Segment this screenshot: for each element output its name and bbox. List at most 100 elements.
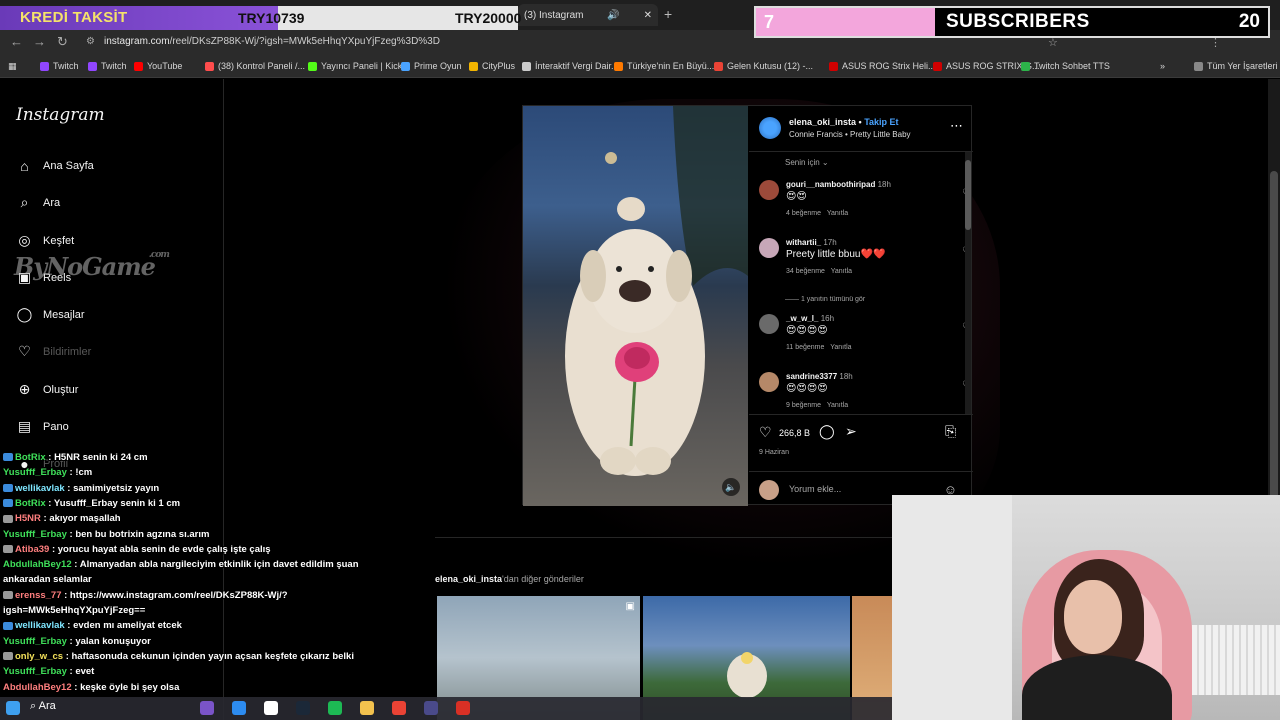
reply-button[interactable]: Yanıtla bbox=[831, 268, 852, 275]
sort-dropdown[interactable]: Senin için ⌄ bbox=[785, 158, 829, 167]
site-info-icon[interactable]: ⚙ bbox=[86, 36, 95, 47]
reply-button[interactable]: Yanıtla bbox=[827, 402, 848, 409]
tab-close-icon[interactable]: ✕ bbox=[644, 10, 652, 21]
more-posts-user[interactable]: elena_oki_insta bbox=[435, 574, 502, 584]
like-count: 266,8 B bbox=[779, 428, 811, 438]
bookmark-favicon-icon bbox=[40, 61, 49, 71]
sidebar-item-label: Bildirimler bbox=[43, 345, 92, 358]
taskbar-app-2-icon[interactable] bbox=[232, 701, 246, 715]
chat-username[interactable]: Yusufff_Erbay bbox=[3, 636, 67, 647]
tab-instagram[interactable]: (3) Instagram 🔊 ✕ bbox=[518, 4, 658, 26]
taskbar-search[interactable]: ⌕ Ara bbox=[30, 700, 56, 713]
bookmark-item[interactable]: (38) Kontrol Paneli /... bbox=[205, 61, 305, 71]
commenter-username[interactable]: _w_w_l_ bbox=[786, 314, 818, 323]
bookmark-item[interactable]: Prime Oyun bbox=[401, 61, 462, 71]
instagram-logo[interactable]: Instagram bbox=[16, 105, 105, 125]
chat-username[interactable]: wellikavlak bbox=[15, 620, 65, 631]
comments-scroll-thumb[interactable] bbox=[965, 160, 971, 230]
author-username[interactable]: elena_oki_insta bbox=[789, 117, 856, 127]
bookmark-item[interactable]: YouTube bbox=[134, 61, 182, 71]
sidebar-item[interactable]: ⊕ Oluştur bbox=[16, 381, 79, 398]
commenter-username[interactable]: withartii_ bbox=[786, 238, 821, 247]
bookmark-item[interactable]: ASUS ROG Strix Heli... bbox=[829, 61, 936, 71]
chat-text: : !cm bbox=[69, 467, 93, 479]
chat-text: : https://www.instagram.com/reel/DKsZP88… bbox=[64, 589, 288, 601]
sidebar-item[interactable]: ◎ Keşfet bbox=[16, 232, 74, 249]
chat-username[interactable]: Atiba39 bbox=[15, 544, 49, 555]
chat-username[interactable]: BotRix bbox=[15, 498, 46, 509]
reload-icon[interactable]: ↻ bbox=[57, 34, 68, 50]
share-icon[interactable]: ➢ bbox=[845, 423, 857, 440]
bookmark-item[interactable]: Twitch bbox=[40, 61, 79, 71]
chat-username[interactable]: Yusufff_Erbay bbox=[3, 467, 67, 478]
sidebar-item[interactable]: ▤ Pano bbox=[16, 418, 69, 435]
chat-username[interactable]: AbdullahBey12 bbox=[3, 682, 72, 693]
comment-meta: 34 beğenme Yanıtla bbox=[786, 268, 852, 275]
mute-icon[interactable]: 🔈 bbox=[722, 478, 740, 496]
commenter-avatar[interactable] bbox=[759, 238, 779, 258]
commenter-avatar[interactable] bbox=[759, 314, 779, 334]
forward-icon[interactable]: → bbox=[33, 34, 46, 49]
chat-username[interactable]: BotRix bbox=[15, 452, 46, 463]
back-icon[interactable]: ← bbox=[10, 34, 23, 49]
bookmark-item[interactable]: Twitch Sohbet TTS bbox=[1021, 61, 1110, 71]
tab-audio-icon[interactable]: 🔊 bbox=[607, 10, 619, 21]
bookmark-label: İnteraktif Vergi Dair... bbox=[535, 61, 619, 71]
comment-likes: 9 beğenme bbox=[786, 402, 822, 409]
comment-icon[interactable]: ◯ bbox=[819, 423, 835, 440]
sidebar-item[interactable]: ♡ Bildirimler bbox=[16, 343, 91, 360]
comment-input[interactable]: Yorum ekle... bbox=[789, 484, 841, 494]
follow-button[interactable]: Takip Et bbox=[864, 117, 898, 127]
taskbar-spotify-icon[interactable] bbox=[328, 701, 342, 715]
subs-count: 7 bbox=[764, 12, 775, 32]
chat-username[interactable]: AbdullahBey12 bbox=[3, 559, 72, 570]
comments-scrollbar[interactable] bbox=[965, 152, 971, 414]
tab-title: (3) Instagram bbox=[524, 9, 584, 21]
bookmark-item[interactable]: Yayıncı Paneli | Kick bbox=[308, 61, 402, 71]
chat-username[interactable]: wellikavlak bbox=[15, 483, 65, 494]
commenter-username[interactable]: gouri__namboothiripad bbox=[786, 180, 875, 189]
taskbar-app-3-icon[interactable] bbox=[264, 701, 278, 715]
taskbar-app-1-icon[interactable] bbox=[200, 701, 214, 715]
bookmark-item[interactable]: Türkiye'nin En Büyü... bbox=[614, 61, 714, 71]
sidebar-item[interactable]: ◯ Mesajlar bbox=[16, 306, 85, 323]
like-heart-icon[interactable]: ♡ bbox=[759, 424, 772, 441]
reply-button[interactable]: Yanıtla bbox=[830, 344, 851, 351]
sidebar-item[interactable]: ⌕ Ara bbox=[16, 194, 61, 211]
sidebar-item[interactable]: ⌂ Ana Sayfa bbox=[16, 157, 94, 174]
bookmark-label: CityPlus bbox=[482, 61, 516, 71]
bookmark-item[interactable]: Twitch bbox=[88, 61, 127, 71]
all-bookmarks[interactable]: Tüm Yer İşaretleri bbox=[1194, 61, 1278, 71]
taskbar-chrome-icon[interactable] bbox=[392, 701, 406, 715]
bookmarks-overflow-icon[interactable]: » bbox=[1160, 61, 1165, 71]
commenter-avatar[interactable] bbox=[759, 180, 779, 200]
reply-button[interactable]: Yanıtla bbox=[827, 210, 848, 217]
taskbar-obs-icon[interactable] bbox=[424, 701, 438, 715]
reel-video[interactable]: 🔈 bbox=[523, 106, 748, 506]
author-avatar[interactable] bbox=[759, 117, 781, 139]
chat-username[interactable]: only_w_cs bbox=[15, 651, 63, 662]
apps-icon[interactable]: ▦ bbox=[8, 61, 17, 72]
bookmark-label: Twitch bbox=[101, 61, 127, 71]
url-field[interactable]: instagram.com/reel/DKsZP88K-Wj/?igsh=MWk… bbox=[104, 36, 440, 47]
view-replies-link[interactable]: —— 1 yanıtın tümünü gör bbox=[785, 296, 865, 303]
bookmark-item[interactable]: İnteraktif Vergi Dair... bbox=[522, 61, 619, 71]
save-bookmark-icon[interactable]: ⎘ bbox=[945, 423, 956, 440]
commenter-avatar[interactable] bbox=[759, 372, 779, 392]
windows-start-icon[interactable] bbox=[6, 701, 20, 715]
chat-username[interactable]: Yusufff_Erbay bbox=[3, 529, 67, 540]
bookmark-item[interactable]: CityPlus bbox=[469, 61, 515, 71]
new-tab-icon[interactable]: + bbox=[664, 6, 672, 22]
audio-label[interactable]: Connie Francis • Pretty Little Baby bbox=[789, 130, 911, 139]
commenter-username[interactable]: sandrine3377 bbox=[786, 372, 837, 381]
bookmark-favicon-icon bbox=[829, 61, 838, 71]
taskbar-steam-icon[interactable] bbox=[296, 701, 310, 715]
more-options-icon[interactable]: ⋯ bbox=[950, 118, 963, 134]
taskbar-explorer-icon[interactable] bbox=[360, 701, 374, 715]
chat-username[interactable]: erenss_77 bbox=[15, 590, 61, 601]
bookmark-item[interactable]: Gelen Kutusu (12) -... bbox=[714, 61, 813, 71]
taskbar-app-9-icon[interactable] bbox=[456, 701, 470, 715]
bookmark-label: Twitch Sohbet TTS bbox=[1034, 61, 1110, 71]
chat-username[interactable]: Yusufff_Erbay bbox=[3, 666, 67, 677]
chat-username[interactable]: H5NR bbox=[15, 513, 41, 524]
